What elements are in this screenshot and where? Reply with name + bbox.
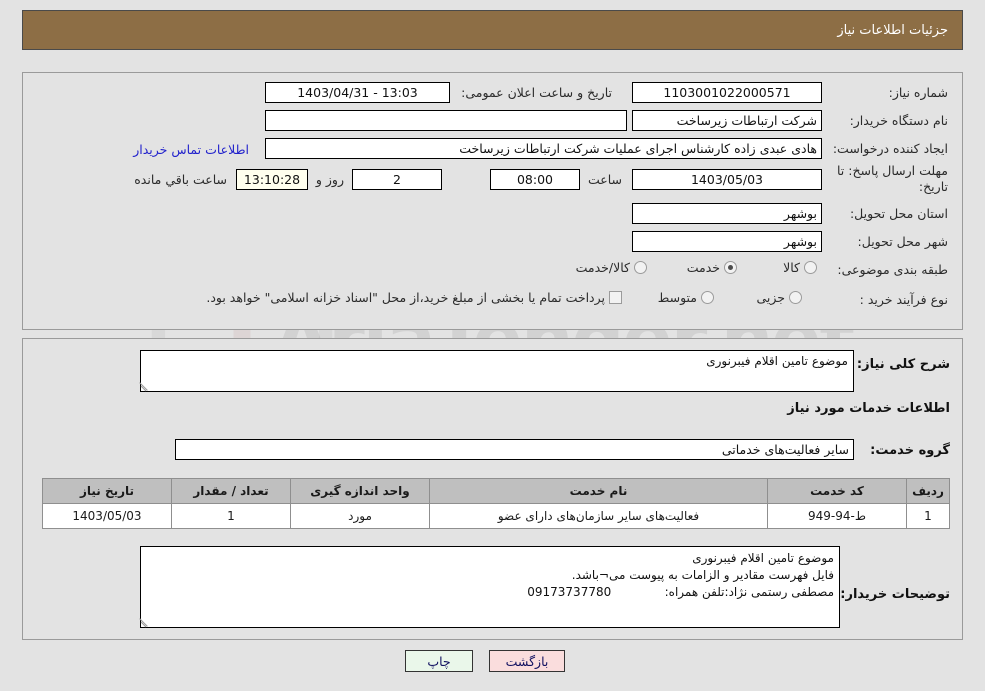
table-row: 1 ط-94-949 فعالیت‌های سایر سازمان‌های دا… [42, 503, 950, 529]
category-option-khedmat[interactable]: خدمت [673, 260, 737, 275]
requester-value[interactable]: هادی عبدی زاده کارشناس اجرای عملیات شرکت… [265, 138, 822, 159]
city-value[interactable]: بوشهر [632, 231, 822, 252]
public-announce-label: تاریخ و ساعت اعلان عمومی: [461, 85, 612, 100]
radio-khedmat-icon[interactable] [724, 261, 737, 274]
radio-kala-icon[interactable] [804, 261, 817, 274]
category-option-label: کالا [783, 260, 800, 275]
buyer-contact-link[interactable]: اطلاعات تماس خریدار [133, 142, 249, 157]
cell-radif: 1 [906, 503, 950, 529]
print-button[interactable]: چاپ [405, 650, 473, 672]
cell-date: 1403/05/03 [42, 503, 172, 529]
deadline-date-value[interactable]: 1403/05/03 [632, 169, 822, 190]
category-option-kala[interactable]: کالا [769, 260, 817, 275]
service-group-label: گروه خدمت: [870, 443, 950, 458]
service-group-value[interactable]: سایر فعالیت‌های خدماتی [175, 439, 854, 460]
buyer-org-label: نام دستگاه خریدار: [849, 113, 948, 128]
category-option-label: کالا/خدمت [575, 260, 630, 275]
process-label: نوع فرآیند خرید : [859, 292, 948, 307]
category-label: طبقه بندی موضوعی: [837, 262, 948, 277]
remaining-hours-label: ساعت باقي مانده [134, 172, 227, 187]
description-textarea[interactable]: موضوع تامین اقلام فیبرنوری [140, 350, 854, 392]
public-announce-value[interactable]: 13:03 - 1403/04/31 [265, 82, 450, 103]
cell-name: فعالیت‌های سایر سازمان‌های دارای عضو [429, 503, 768, 529]
hour-label: ساعت [587, 172, 622, 187]
cell-qty: 1 [171, 503, 291, 529]
province-label: استان محل تحویل: [849, 206, 948, 221]
deadline-label: مهلت ارسال پاسخ: تا تاریخ: [837, 163, 948, 194]
deadline-time-value[interactable]: 08:00 [490, 169, 580, 190]
need-details-panel: شرح کلی نیاز: موضوع تامین اقلام فیبرنوری… [22, 338, 963, 640]
buyer-org-value[interactable]: شرکت ارتباطات زیرساخت [632, 110, 822, 131]
process-option-label: جزیی [756, 290, 785, 305]
treasury-checkbox-icon[interactable] [609, 291, 622, 304]
need-number-value[interactable]: 1103001022000571 [632, 82, 822, 103]
page-root: جزئیات اطلاعات نیاز AriaTender.net شماره… [0, 0, 985, 691]
description-label: شرح کلی نیاز: [856, 357, 950, 372]
province-value[interactable]: بوشهر [632, 203, 822, 224]
page-header: جزئیات اطلاعات نیاز [22, 10, 963, 50]
countdown-value: 13:10:28 [236, 169, 308, 190]
process-option-jozei[interactable]: جزیی [742, 290, 802, 305]
radio-motevaset-icon[interactable] [701, 291, 714, 304]
remaining-days-value[interactable]: 2 [352, 169, 442, 190]
treasury-checkbox-row[interactable]: پرداخت تمام یا بخشی از مبلغ خرید،از محل … [192, 290, 622, 305]
city-label: شهر محل تحویل: [857, 234, 948, 249]
cell-unit: مورد [290, 503, 430, 529]
buyer-notes-label: توضیحات خریدار: [840, 587, 950, 602]
category-option-kala-khedmat[interactable]: کالا/خدمت [562, 260, 647, 275]
col-radif: ردیف [906, 478, 950, 504]
back-button[interactable]: بازگشت [489, 650, 565, 672]
col-date: تاریخ نیاز [42, 478, 172, 504]
category-option-label: خدمت [686, 260, 720, 275]
services-heading: اطلاعات خدمات مورد نیاز [787, 401, 950, 416]
requester-label: ایجاد کننده درخواست: [832, 141, 948, 156]
need-summary-panel: شماره نیاز: 1103001022000571 تاریخ و ساع… [22, 72, 963, 330]
col-name: نام خدمت [429, 478, 768, 504]
page-title: جزئیات اطلاعات نیاز [837, 22, 948, 38]
need-number-label: شماره نیاز: [888, 85, 948, 100]
buyer-notes-textarea[interactable]: موضوع تامین اقلام فیبرنوری فایل فهرست مق… [140, 546, 840, 628]
buyer-org-value-extended[interactable] [265, 110, 627, 131]
process-option-motevaset[interactable]: متوسط [644, 290, 714, 305]
table-header-row: ردیف کد خدمت نام خدمت واحد اندازه گیری ت… [42, 478, 950, 504]
radio-jozei-icon[interactable] [789, 291, 802, 304]
radio-kala-khedmat-icon[interactable] [634, 261, 647, 274]
days-label: روز و [315, 172, 344, 187]
treasury-note-text: پرداخت تمام یا بخشی از مبلغ خرید،از محل … [206, 290, 605, 305]
process-option-label: متوسط [657, 290, 697, 305]
services-table: ردیف کد خدمت نام خدمت واحد اندازه گیری ت… [42, 478, 950, 529]
col-unit: واحد اندازه گیری [290, 478, 430, 504]
col-code: کد خدمت [767, 478, 907, 504]
cell-code: ط-94-949 [767, 503, 907, 529]
col-qty: تعداد / مقدار [171, 478, 291, 504]
